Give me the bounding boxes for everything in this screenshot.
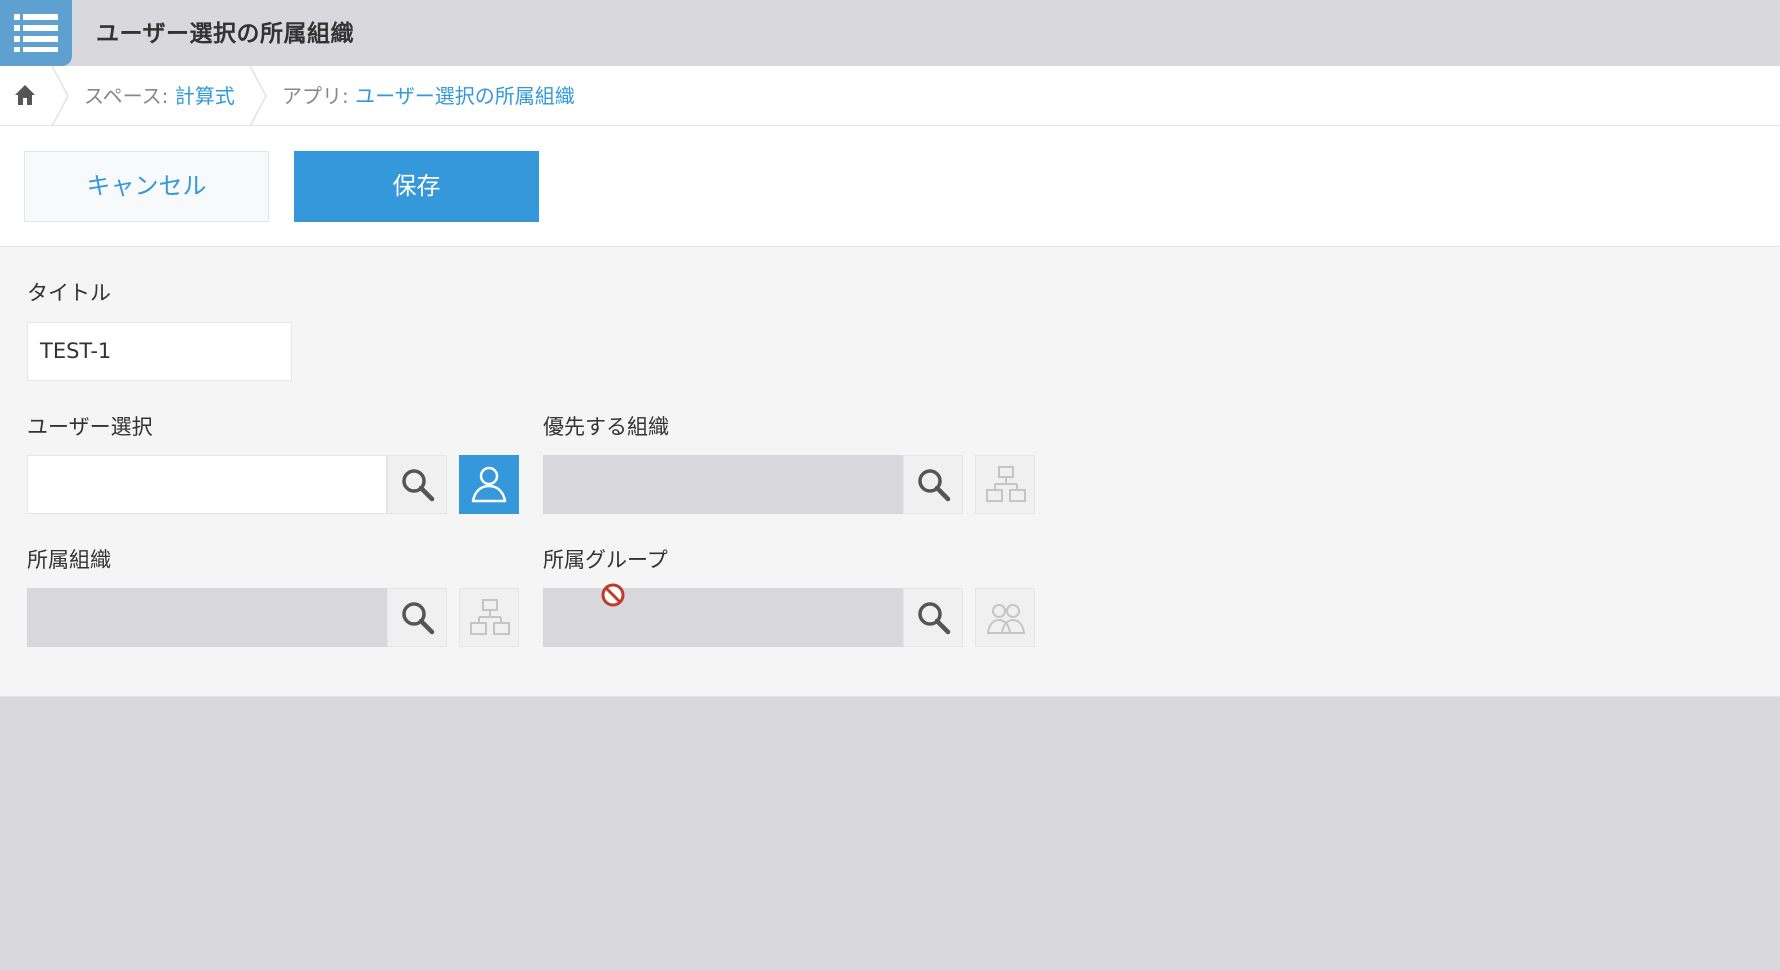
title-input[interactable]: TEST-1	[27, 322, 292, 381]
group-icon	[986, 604, 1026, 634]
org-chart-icon	[470, 599, 510, 635]
org-input	[27, 588, 387, 647]
breadcrumb-app-link[interactable]: ユーザー選択の所属組織	[355, 84, 575, 108]
list-icon[interactable]	[0, 0, 72, 66]
user-select-input[interactable]	[27, 455, 387, 514]
breadcrumb-separator-icon	[51, 66, 69, 126]
breadcrumb-app-prefix: アプリ:	[282, 84, 356, 108]
breadcrumb-separator-icon	[249, 66, 267, 126]
search-icon	[918, 602, 951, 635]
breadcrumb-home[interactable]	[0, 66, 50, 126]
app-header: ユーザー選択の所属組織	[0, 0, 1780, 66]
not-allowed-cursor-icon	[601, 583, 625, 607]
group-input	[543, 588, 903, 647]
cancel-button[interactable]: キャンセル	[24, 151, 269, 222]
org-chart-icon	[986, 466, 1026, 502]
record-form: タイトル TEST-1 ユーザー選択 優先する組織 所属組織 所属グループ	[0, 247, 1780, 697]
org-search-button[interactable]	[387, 588, 447, 647]
search-icon	[918, 469, 951, 502]
home-icon	[15, 85, 35, 105]
user-select-search-button[interactable]	[387, 455, 447, 514]
breadcrumb-app[interactable]: アプリ: ユーザー選択の所属組織	[282, 66, 575, 126]
search-icon	[402, 602, 435, 635]
group-search-button[interactable]	[903, 588, 963, 647]
priority-org-picker-button[interactable]	[975, 455, 1035, 514]
breadcrumb-space[interactable]: スペース: 計算式	[84, 66, 235, 126]
page-title: ユーザー選択の所属組織	[96, 21, 355, 47]
edit-toolbar: キャンセル 保存	[0, 126, 1780, 247]
title-field-label: タイトル	[27, 281, 111, 305]
group-picker-button[interactable]	[975, 588, 1035, 647]
breadcrumb-space-link[interactable]: 計算式	[175, 84, 235, 108]
save-button[interactable]: 保存	[294, 151, 539, 222]
priority-org-input	[543, 455, 903, 514]
user-icon	[471, 466, 507, 503]
user-select-label: ユーザー選択	[27, 415, 153, 439]
breadcrumb-space-prefix: スペース:	[84, 84, 175, 108]
search-icon	[402, 469, 435, 502]
priority-org-label: 優先する組織	[543, 415, 669, 439]
org-picker-button[interactable]	[459, 588, 519, 647]
breadcrumb: スペース: 計算式 アプリ: ユーザー選択の所属組織	[0, 66, 1780, 126]
user-picker-button[interactable]	[459, 455, 519, 514]
priority-org-search-button[interactable]	[903, 455, 963, 514]
org-label: 所属組織	[27, 548, 111, 572]
group-label: 所属グループ	[543, 548, 668, 572]
